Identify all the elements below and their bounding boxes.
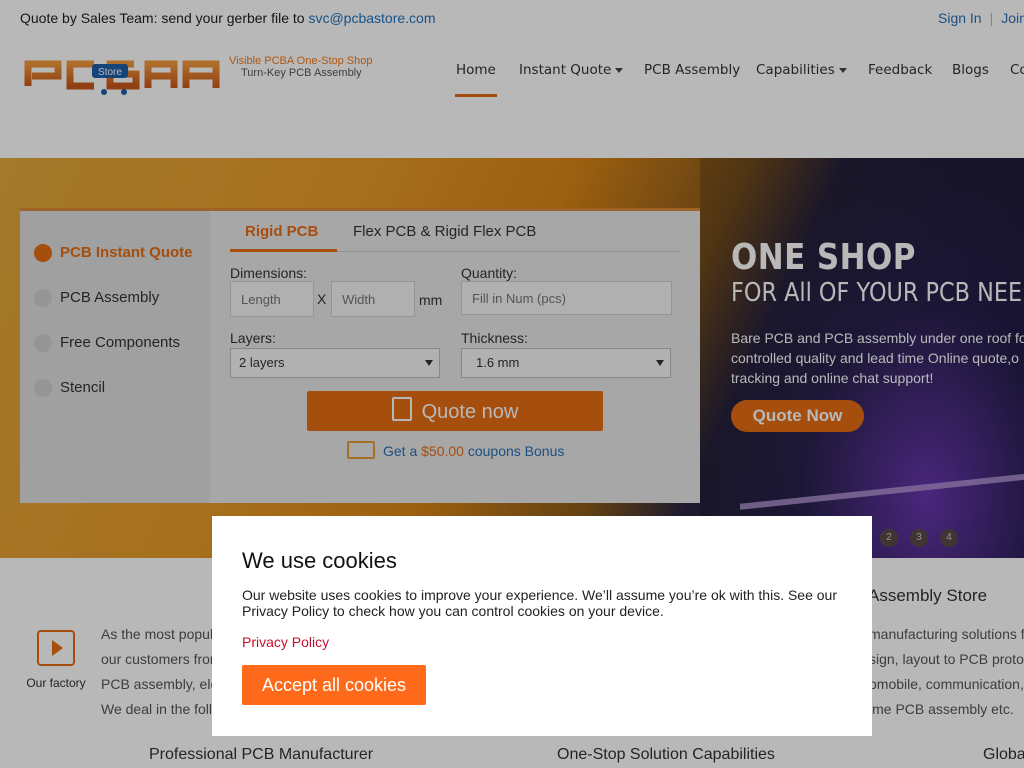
privacy-policy-link[interactable]: Privacy Policy	[242, 634, 329, 650]
cookie-consent-dialog: We use cookies Our website uses cookies …	[212, 516, 872, 736]
accept-all-cookies-button[interactable]: Accept all cookies	[242, 665, 426, 705]
cookie-title: We use cookies	[242, 548, 397, 573]
cookie-text: Our website uses cookies to improve your…	[242, 587, 838, 619]
